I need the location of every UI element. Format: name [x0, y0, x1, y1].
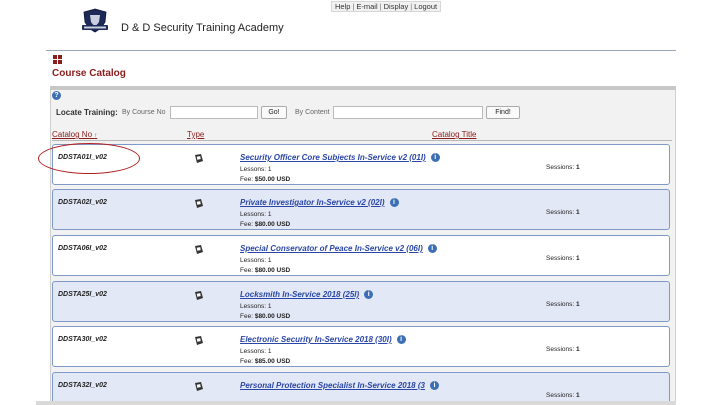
info-icon[interactable]: i — [389, 198, 399, 208]
email-link[interactable]: E-mail — [356, 2, 377, 11]
table-row: DDSTA30I_v02 Electronic Security In-Serv… — [52, 326, 670, 367]
lessons-count: Lessons: 1 — [240, 211, 272, 218]
sessions-value: 1 — [576, 164, 580, 171]
table-row: DDSTA25I_v02 Locksmith In-Service 2018 (… — [52, 281, 670, 322]
sessions-count: Sessions: 1 — [546, 301, 580, 308]
course-title-text[interactable]: Security Officer Core Subjects In-Servic… — [240, 153, 426, 162]
fee-label: Fee: — [240, 358, 254, 365]
course-title-text[interactable]: Locksmith In-Service 2018 (25I) — [240, 290, 359, 299]
sessions-count: Sessions: 1 — [546, 255, 580, 262]
fee-value: $80.00 USD — [254, 221, 291, 228]
course-no-input[interactable] — [170, 106, 258, 119]
fee-value: $50.00 USD — [254, 176, 291, 183]
fee-value: $85.00 USD — [254, 358, 291, 365]
info-icon[interactable]: i — [396, 335, 406, 345]
sessions-value: 1 — [576, 392, 580, 399]
header-divider — [46, 50, 676, 51]
fee-value: $80.00 USD — [254, 313, 291, 320]
display-link[interactable]: Display — [384, 2, 409, 11]
table-row: DDSTA06I_v02 Special Conservator of Peac… — [52, 235, 670, 276]
content-input[interactable] — [333, 106, 483, 119]
fee-line: Fee: $80.00 USD — [240, 267, 290, 274]
sessions-count: Sessions: 1 — [546, 209, 580, 216]
sessions-label: Sessions: — [546, 346, 575, 353]
by-course-no-label: By Course No — [122, 109, 166, 116]
organization-name: D & D Security Training Academy — [121, 22, 284, 34]
course-title-link[interactable]: Electronic Security In-Service 2018 (30I… — [240, 335, 406, 345]
locate-label: Locate Training: — [56, 108, 118, 117]
fee-line: Fee: $85.00 USD — [240, 358, 290, 365]
sessions-label: Sessions: — [546, 209, 575, 216]
header-underline — [52, 140, 672, 141]
online-course-icon — [195, 199, 203, 208]
sessions-count: Sessions: 1 — [546, 392, 580, 399]
sessions-label: Sessions: — [546, 392, 575, 399]
sessions-count: Sessions: 1 — [546, 346, 580, 353]
fee-label: Fee: — [240, 221, 254, 228]
sessions-label: Sessions: — [546, 255, 575, 262]
online-course-icon — [195, 245, 203, 254]
course-title-link[interactable]: Locksmith In-Service 2018 (25I) i — [240, 290, 374, 300]
sessions-value: 1 — [576, 301, 580, 308]
sessions-count: Sessions: 1 — [546, 164, 580, 171]
online-course-icon — [195, 154, 203, 163]
academy-badge-icon — [82, 8, 108, 33]
horizontal-scrollbar[interactable] — [36, 401, 676, 405]
sessions-value: 1 — [576, 255, 580, 262]
fee-label: Fee: — [240, 267, 254, 274]
course-title-link[interactable]: Security Officer Core Subjects In-Servic… — [240, 153, 440, 163]
go-button[interactable]: Go! — [261, 106, 287, 119]
catalog-no: DDSTA25I_v02 — [58, 291, 107, 298]
course-title-link[interactable]: Private Investigator In-Service v2 (02I)… — [240, 198, 399, 208]
catalog-no-header-label: Catalog No — [52, 130, 93, 139]
sessions-value: 1 — [576, 346, 580, 353]
catalog-title-column-header[interactable]: Catalog Title — [432, 130, 476, 139]
lessons-count: Lessons: 1 — [240, 166, 272, 173]
course-title-link[interactable]: Personal Protection Specialist In-Servic… — [240, 381, 439, 391]
info-icon[interactable]: i — [430, 153, 440, 163]
sessions-label: Sessions: — [546, 301, 575, 308]
logout-link[interactable]: Logout — [414, 2, 437, 11]
fee-value: $80.00 USD — [254, 267, 291, 274]
help-circle-icon[interactable]: ? — [52, 91, 61, 100]
find-button[interactable]: Find! — [486, 106, 520, 119]
catalog-no: DDSTA06I_v02 — [58, 245, 107, 252]
lessons-count: Lessons: 1 — [240, 303, 272, 310]
by-content-label: By Content — [295, 109, 330, 116]
catalog-no-column-header[interactable]: Catalog No ↑ — [52, 130, 97, 139]
fee-line: Fee: $50.00 USD — [240, 176, 290, 183]
lessons-count: Lessons: 1 — [240, 348, 272, 355]
type-column-header[interactable]: Type — [187, 130, 204, 139]
sessions-value: 1 — [576, 209, 580, 216]
course-title-link[interactable]: Special Conservator of Peace In-Service … — [240, 244, 437, 254]
top-utility-links: Help | E-mail | Display | Logout — [331, 1, 442, 12]
lessons-count: Lessons: 1 — [240, 257, 272, 264]
info-icon[interactable]: i — [429, 381, 439, 391]
fee-line: Fee: $80.00 USD — [240, 313, 290, 320]
course-title-text[interactable]: Electronic Security In-Service 2018 (30I… — [240, 335, 392, 344]
online-course-icon — [195, 291, 203, 300]
course-title-text[interactable]: Personal Protection Specialist In-Servic… — [240, 381, 425, 390]
catalog-no: DDSTA32I_v02 — [58, 382, 107, 389]
catalog-no: DDSTA02I_v02 — [58, 199, 107, 206]
info-icon[interactable]: i — [364, 290, 374, 300]
sessions-label: Sessions: — [546, 164, 575, 171]
table-row: DDSTA02I_v02 Private Investigator In-Ser… — [52, 189, 670, 230]
online-course-icon — [195, 382, 203, 391]
catalog-no: DDSTA30I_v02 — [58, 336, 107, 343]
online-course-icon — [195, 336, 203, 345]
info-icon[interactable]: i — [427, 244, 437, 254]
fee-line: Fee: $80.00 USD — [240, 221, 290, 228]
locate-training-bar: Locate Training: By Course No Go! By Con… — [52, 105, 522, 121]
course-title-text[interactable]: Special Conservator of Peace In-Service … — [240, 244, 423, 253]
grid-menu-icon[interactable] — [53, 55, 62, 64]
highlight-annotation-ellipse — [38, 143, 140, 174]
course-title-text[interactable]: Private Investigator In-Service v2 (02I) — [240, 198, 385, 207]
help-link[interactable]: Help — [335, 2, 350, 11]
fee-label: Fee: — [240, 313, 254, 320]
fee-label: Fee: — [240, 176, 254, 183]
sort-arrow-icon: ↑ — [94, 133, 98, 139]
table-row: DDSTA01I_v02 Security Officer Core Subje… — [52, 144, 670, 185]
page-title: Course Catalog — [52, 68, 126, 79]
